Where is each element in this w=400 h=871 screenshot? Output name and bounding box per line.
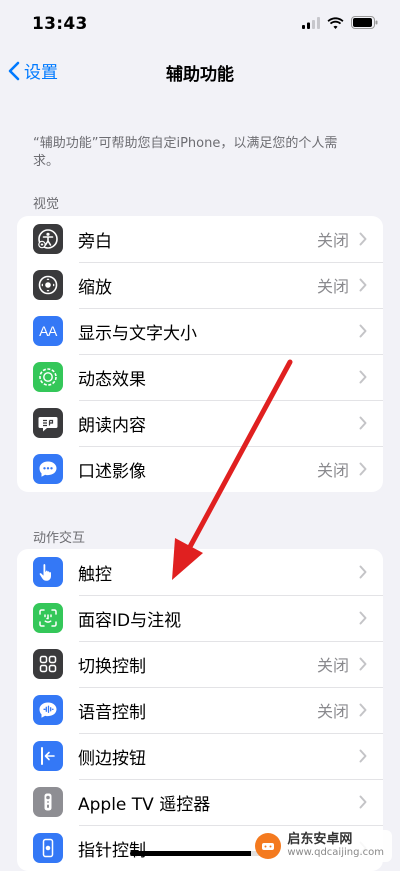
row-switch-control-value: 关闭 — [316, 656, 349, 675]
row-side-button-label: 侧边按钮 — [78, 748, 146, 769]
row-audio-descriptions-label: 口述影像 — [78, 461, 146, 482]
chevron-right-icon — [359, 324, 367, 338]
watermark-logo-icon — [255, 833, 282, 859]
row-zoom[interactable]: 缩放 关闭 — [17, 262, 383, 308]
chevron-right-icon — [359, 611, 367, 625]
chevron-right-icon — [359, 232, 367, 246]
row-display-text-size[interactable]: AA 显示与文字大小 — [17, 308, 383, 354]
status-icons — [302, 16, 378, 29]
voiceover-icon — [33, 224, 63, 254]
row-side-button[interactable]: 侧边按钮 — [17, 733, 383, 779]
row-display-text-size-label: 显示与文字大小 — [78, 323, 197, 344]
watermark-url: www.qdcaijing.com — [287, 847, 384, 858]
row-voice-control-value: 关闭 — [316, 702, 349, 721]
navigation-bar: 设置 辅助功能 — [0, 50, 400, 94]
vision-settings-group: 旁白 关闭 缩放 关闭 AA 显示与文字大小 动态效果 朗读内容 口述影像 关闭 — [17, 216, 383, 492]
battery-icon — [351, 16, 378, 29]
chevron-right-icon — [359, 565, 367, 579]
chevron-right-icon — [359, 278, 367, 292]
status-time: 13:43 — [32, 14, 88, 34]
pointer-control-icon — [33, 833, 63, 863]
face-id-icon — [33, 603, 63, 633]
text-size-icon: AA — [33, 316, 63, 346]
row-spoken-content-label: 朗读内容 — [78, 415, 146, 436]
wifi-icon — [327, 16, 344, 29]
zoom-icon — [33, 270, 63, 300]
row-zoom-value: 关闭 — [316, 277, 349, 296]
chevron-right-icon — [359, 416, 367, 430]
chevron-right-icon — [359, 370, 367, 384]
row-touch[interactable]: 触控 — [17, 549, 383, 595]
row-voice-control-label: 语音控制 — [78, 702, 146, 723]
chevron-right-icon — [359, 749, 367, 763]
switch-control-icon — [33, 649, 63, 679]
motion-icon — [33, 362, 63, 392]
side-button-icon — [33, 741, 63, 771]
row-switch-control[interactable]: 切换控制 关闭 — [17, 641, 383, 687]
voice-control-icon — [33, 695, 63, 725]
status-bar: 13:43 — [0, 0, 400, 50]
row-audio-descriptions-value: 关闭 — [316, 461, 349, 480]
row-audio-descriptions[interactable]: 口述影像 关闭 — [17, 446, 383, 492]
home-indicator — [130, 851, 264, 856]
section-header-physical-motor: 动作交互 — [33, 531, 86, 546]
watermark-name: 启东安卓网 — [287, 832, 353, 847]
chevron-right-icon — [359, 657, 367, 671]
row-motion-label: 动态效果 — [78, 369, 146, 390]
row-zoom-label: 缩放 — [78, 277, 112, 298]
row-switch-control-label: 切换控制 — [78, 656, 146, 677]
row-touch-label: 触控 — [78, 564, 112, 585]
text-size-glyph: AA — [39, 323, 57, 339]
audio-description-icon — [33, 454, 63, 484]
physical-motor-settings-group: 触控 面容ID与注视 切换控制 关闭 语音控制 关闭 侧边按钮 Apple TV… — [17, 549, 383, 871]
row-apple-tv-remote[interactable]: Apple TV 遥控器 — [17, 779, 383, 825]
cellular-signal-icon — [302, 16, 320, 29]
chevron-right-icon — [359, 462, 367, 476]
row-face-id-attention[interactable]: 面容ID与注视 — [17, 595, 383, 641]
row-face-id-attention-label: 面容ID与注视 — [78, 610, 182, 631]
page-description: “辅助功能”可帮助您自定iPhone，以满足您的个人需求。 — [33, 136, 338, 169]
row-voice-control[interactable]: 语音控制 关闭 — [17, 687, 383, 733]
watermark: 启东安卓网 www.qdcaijing.com — [251, 830, 392, 862]
row-motion[interactable]: 动态效果 — [17, 354, 383, 400]
touch-icon — [33, 557, 63, 587]
section-header-vision: 视觉 — [33, 197, 60, 212]
row-apple-tv-remote-label: Apple TV 遥控器 — [78, 794, 211, 815]
spoken-content-icon — [33, 408, 63, 438]
chevron-right-icon — [359, 795, 367, 809]
apple-tv-remote-icon — [33, 787, 63, 817]
row-voiceover-label: 旁白 — [78, 231, 112, 252]
page-title: 辅助功能 — [166, 65, 234, 85]
chevron-right-icon — [359, 703, 367, 717]
row-voiceover-value: 关闭 — [316, 231, 349, 250]
row-spoken-content[interactable]: 朗读内容 — [17, 400, 383, 446]
row-voiceover[interactable]: 旁白 关闭 — [17, 216, 383, 262]
